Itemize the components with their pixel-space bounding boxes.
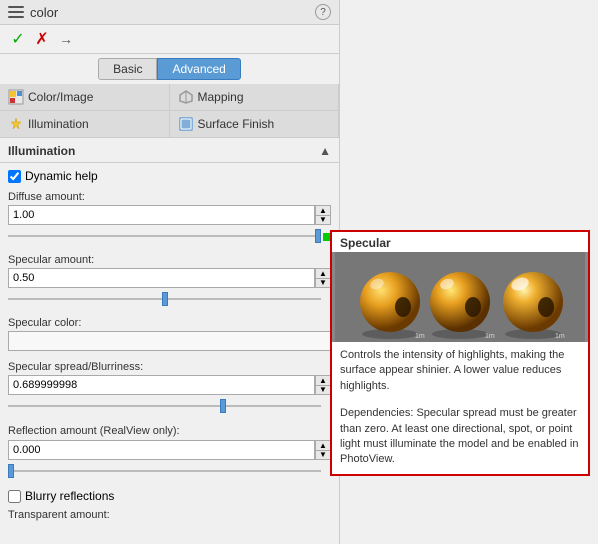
diffuse-input[interactable] bbox=[8, 205, 315, 225]
specular-spread-up[interactable]: ▲ bbox=[315, 375, 331, 385]
tooltip-image: 1m 1m 1m bbox=[332, 252, 588, 342]
nav-tab-surface-finish-label: Surface Finish bbox=[198, 117, 275, 131]
illumination-icon bbox=[8, 116, 24, 132]
cancel-button[interactable]: ✗ bbox=[32, 29, 52, 49]
tooltip-title: Specular bbox=[332, 232, 588, 252]
transparent-label: Transparent amount: bbox=[8, 509, 331, 521]
title-left: color bbox=[8, 5, 58, 20]
diffuse-slider[interactable] bbox=[8, 229, 321, 243]
nav-tab-mapping-label: Mapping bbox=[198, 90, 244, 104]
help-icon[interactable]: ? bbox=[315, 4, 331, 20]
nav-tab-color-image[interactable]: Color/Image bbox=[0, 84, 170, 110]
section-content: Dynamic help Diffuse amount: ▲ ▼ Specula… bbox=[0, 163, 339, 529]
specular-spread-down[interactable]: ▼ bbox=[315, 385, 331, 395]
toolbar: ✓ ✗ → bbox=[0, 25, 339, 54]
tooltip-text2: Dependencies: Specular spread must be gr… bbox=[332, 400, 588, 474]
mapping-icon bbox=[178, 89, 194, 105]
specular-spinner: ▲ ▼ bbox=[315, 268, 331, 288]
specular-spread-label: Specular spread/Blurriness: bbox=[8, 361, 331, 373]
section-header-illumination: Illumination ▲ bbox=[0, 138, 339, 163]
reflection-spinner: ▲ ▼ bbox=[315, 440, 331, 460]
svg-text:1m: 1m bbox=[415, 333, 425, 340]
dynamic-help-checkbox[interactable] bbox=[8, 170, 21, 183]
tab-basic[interactable]: Basic bbox=[98, 58, 157, 80]
specular-down[interactable]: ▼ bbox=[315, 278, 331, 288]
nav-tab-color-image-label: Color/Image bbox=[28, 90, 93, 104]
tooltip-popup: Specular bbox=[330, 230, 590, 476]
specular-spread-spinner: ▲ ▼ bbox=[315, 375, 331, 395]
reflection-input[interactable] bbox=[8, 440, 315, 460]
pin-icon: → bbox=[59, 31, 73, 47]
panel-title: color bbox=[30, 5, 58, 20]
specular-amount-label: Specular amount: bbox=[8, 254, 331, 266]
diffuse-down[interactable]: ▼ bbox=[315, 215, 331, 225]
specular-color-row bbox=[8, 331, 331, 351]
svg-text:1m: 1m bbox=[555, 333, 565, 340]
mode-tabs: Basic Advanced bbox=[0, 54, 339, 84]
nav-tabs-row2: Illumination Surface Finish bbox=[0, 111, 339, 138]
specular-input-row: ▲ ▼ bbox=[8, 268, 331, 288]
reflection-down[interactable]: ▼ bbox=[315, 450, 331, 460]
tab-advanced[interactable]: Advanced bbox=[157, 58, 240, 80]
color-image-icon bbox=[8, 89, 24, 105]
reflection-label: Reflection amount (RealView only): bbox=[8, 424, 331, 438]
specular-spread-input-row: ▲ ▼ bbox=[8, 375, 331, 395]
reflection-slider[interactable] bbox=[8, 464, 321, 478]
specular-color-swatch[interactable] bbox=[8, 331, 331, 351]
specular-spread-input[interactable] bbox=[8, 375, 315, 395]
nav-tabs-row1: Color/Image Mapping bbox=[0, 84, 339, 111]
nav-tab-illumination[interactable]: Illumination bbox=[0, 111, 170, 137]
dynamic-help-row: Dynamic help bbox=[8, 169, 331, 183]
diffuse-up[interactable]: ▲ bbox=[315, 205, 331, 215]
specular-slider[interactable] bbox=[8, 292, 321, 306]
blurry-reflections-label: Blurry reflections bbox=[25, 489, 114, 503]
collapse-button[interactable]: ▲ bbox=[319, 144, 331, 158]
main-panel: color ? ✓ ✗ → Basic Advanced bbox=[0, 0, 340, 544]
title-bar: color ? bbox=[0, 0, 339, 25]
dynamic-help-label: Dynamic help bbox=[25, 169, 98, 183]
surface-finish-icon bbox=[178, 116, 194, 132]
reflection-label-text: Reflection amount (RealView only): bbox=[8, 425, 180, 437]
reflection-input-row: ▲ ▼ bbox=[8, 440, 331, 460]
x-icon: ✗ bbox=[35, 29, 48, 49]
nav-tab-mapping[interactable]: Mapping bbox=[170, 84, 340, 110]
specular-color-label: Specular color: bbox=[8, 317, 331, 329]
check-icon: ✓ bbox=[11, 29, 24, 49]
confirm-button[interactable]: ✓ bbox=[8, 29, 28, 49]
specular-spread-slider[interactable] bbox=[8, 399, 321, 413]
pin-button[interactable]: → bbox=[56, 29, 76, 49]
svg-text:1m: 1m bbox=[485, 333, 495, 340]
reflection-up[interactable]: ▲ bbox=[315, 440, 331, 450]
nav-tab-surface-finish[interactable]: Surface Finish bbox=[170, 111, 340, 137]
tooltip-text1: Controls the intensity of highlights, ma… bbox=[332, 342, 588, 400]
specular-up[interactable]: ▲ bbox=[315, 268, 331, 278]
specular-input[interactable] bbox=[8, 268, 315, 288]
section-title-illumination: Illumination bbox=[8, 144, 75, 158]
menu-icon bbox=[8, 6, 24, 18]
diffuse-spinner: ▲ ▼ bbox=[315, 205, 331, 225]
diffuse-input-row: ▲ ▼ bbox=[8, 205, 331, 225]
nav-tab-illumination-label: Illumination bbox=[28, 117, 89, 131]
blurry-reflections-row: Blurry reflections bbox=[8, 489, 331, 503]
diffuse-label: Diffuse amount: bbox=[8, 191, 331, 203]
blurry-reflections-checkbox[interactable] bbox=[8, 490, 21, 503]
